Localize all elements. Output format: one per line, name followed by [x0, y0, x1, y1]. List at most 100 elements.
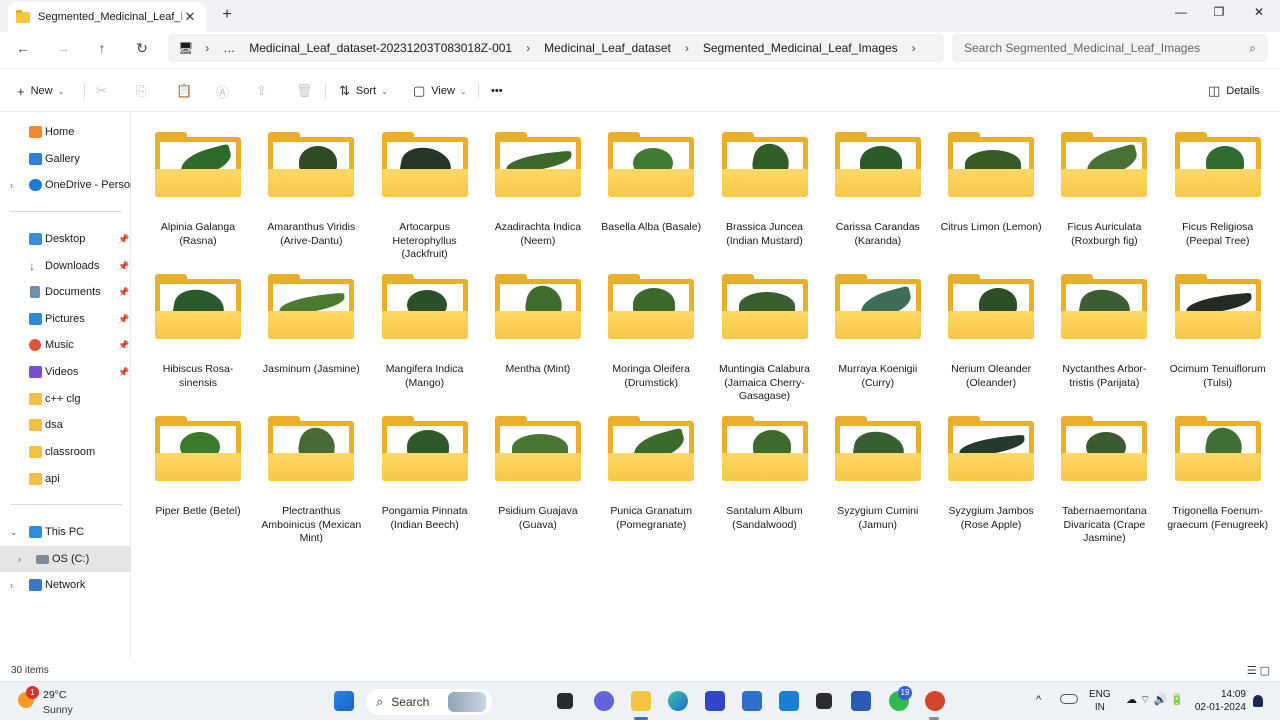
tab-current-folder[interactable]: Segmented_Medicinal_Leaf_Im ✕ — [8, 2, 206, 32]
folder-item[interactable]: Alpinia Galanga (Rasna) — [144, 131, 252, 248]
copy-button[interactable]: ⎘ — [136, 81, 152, 101]
folder-item[interactable]: Tabernaemontana Divaricata (Crape Jasmin… — [1050, 415, 1158, 546]
folder-item[interactable]: Santalum Album (Sandalwood) — [711, 415, 819, 532]
store-icon[interactable] — [742, 691, 762, 711]
chevron-down-icon[interactable]: ⌄ — [10, 527, 18, 538]
refresh-button[interactable]: ↻ — [132, 38, 152, 58]
folder-item[interactable]: Amaranthus Viridis (Arive-Dantu) — [257, 131, 365, 248]
folder-item[interactable]: Nerium Oleander (Oleander) — [937, 273, 1045, 390]
taskbar-search[interactable]: ⌕ Search — [366, 689, 492, 715]
word-icon[interactable] — [851, 691, 871, 711]
folder-item[interactable]: Jasminum (Jasmine) — [257, 273, 365, 377]
notification-bell-icon[interactable] — [1253, 695, 1263, 707]
folder-item[interactable]: Ocimum Tenuiflorum (Tulsi) — [1164, 273, 1272, 390]
chevron-right-icon[interactable]: › — [10, 180, 13, 190]
folder-item[interactable]: Murraya Koenigii (Curry) — [824, 273, 932, 390]
sidebar-item-api[interactable]: api — [0, 467, 131, 491]
folder-item[interactable]: Hibiscus Rosa-sinensis — [144, 273, 252, 390]
sidebar-item-desktop[interactable]: Desktop 📌 — [0, 227, 131, 251]
share-button[interactable]: ⇪ — [256, 81, 273, 101]
more-options-button[interactable]: ••• — [491, 81, 503, 101]
start-windows-icon[interactable] — [334, 691, 354, 711]
sidebar-item-documents[interactable]: Documents 📌 — [0, 280, 131, 304]
network-volume-battery-icons[interactable]: ☁ ⌔ 🔊 🔋 — [1126, 694, 1184, 707]
paste-button[interactable]: 📋 — [176, 81, 198, 101]
address-bar[interactable]: 🖥 › … Medicinal_Leaf_dataset-20231203T08… — [168, 34, 944, 62]
sidebar-item-pictures[interactable]: Pictures 📌 — [0, 307, 131, 331]
file-explorer-icon[interactable] — [631, 691, 651, 711]
folder-item[interactable]: Trigonella Foenum-graecum (Fenugreek) — [1164, 415, 1272, 532]
folder-item[interactable]: Psidium Guajava (Guava) — [484, 415, 592, 532]
language-indicator[interactable]: ENG IN — [1089, 688, 1111, 714]
app-icon[interactable] — [705, 691, 725, 711]
chevron-right-icon[interactable]: › — [18, 554, 21, 564]
delete-button[interactable]: 🗑 — [296, 81, 319, 101]
sidebar-item-dsa[interactable]: dsa — [0, 413, 131, 437]
folder-item[interactable]: Piper Betle (Betel) — [144, 415, 252, 519]
new-tab-button[interactable]: + — [218, 6, 236, 24]
search-input[interactable]: Search Segmented_Medicinal_Leaf_Images ⌕ — [952, 34, 1268, 62]
folder-item[interactable]: Muntingia Calabura (Jamaica Cherry-Gasag… — [711, 273, 819, 404]
breadcrumb-overflow[interactable]: … — [223, 41, 235, 55]
folder-item[interactable]: Basella Alba (Basale) — [597, 131, 705, 235]
sidebar-item-downloads[interactable]: ↓ Downloads 📌 — [0, 254, 131, 278]
up-button[interactable]: ↑ — [92, 38, 112, 58]
cut-button[interactable]: ✂ — [96, 81, 113, 101]
sidebar-item-onedrive[interactable]: › OneDrive - Persona — [0, 173, 131, 197]
folder-item[interactable]: Mentha (Mint) — [484, 273, 592, 377]
task-view-icon[interactable] — [557, 693, 573, 709]
new-button[interactable]: + New ⌄ — [17, 81, 64, 101]
layout-toggle-icons[interactable]: ☰ ▢ — [1247, 664, 1270, 677]
folder-item[interactable]: Ficus Auriculata (Roxburgh fig) — [1050, 131, 1158, 248]
folder-item[interactable]: Brassica Juncea (Indian Mustard) — [711, 131, 819, 248]
teams-chat-icon[interactable] — [594, 691, 614, 711]
onedrive-tray-icon[interactable] — [1060, 694, 1078, 704]
sidebar-item-gallery[interactable]: Gallery — [0, 147, 131, 171]
clock[interactable]: 14:09 02-01-2024 — [1195, 688, 1246, 714]
edge-browser-icon[interactable] — [668, 691, 688, 711]
sidebar-item-this-pc[interactable]: ⌄ This PC — [0, 520, 131, 544]
sidebar-item-network[interactable]: › Network — [0, 573, 131, 597]
folder-item[interactable]: Plectranthus Amboinicus (Mexican Mint) — [257, 415, 365, 546]
folder-item[interactable]: Syzygium Cumini (Jamun) — [824, 415, 932, 532]
app-icon[interactable] — [816, 693, 832, 709]
breadcrumb-separator[interactable]: › — [685, 41, 689, 55]
tab-close-button[interactable]: ✕ — [182, 9, 198, 25]
forward-button[interactable]: → — [53, 38, 73, 58]
breadcrumb-item[interactable]: Medicinal_Leaf_dataset — [544, 41, 671, 55]
folder-item[interactable]: Citrus Limon (Lemon) — [937, 131, 1045, 235]
folder-item[interactable]: Syzygium Jambos (Rose Apple) — [937, 415, 1045, 532]
sidebar-item-music[interactable]: Music 📌 — [0, 333, 131, 357]
breadcrumb-separator[interactable]: › — [205, 41, 209, 55]
sidebar-item-cpp-clg[interactable]: c++ clg — [0, 387, 131, 411]
folder-item[interactable]: Azadirachta Indica (Neem) — [484, 131, 592, 248]
view-button[interactable]: ▢ View ⌄ — [413, 81, 467, 101]
details-button[interactable]: ◫ Details — [1208, 81, 1260, 101]
folder-item[interactable]: Artocarpus Heterophyllus (Jackfruit) — [371, 131, 479, 262]
minimize-button[interactable]: — — [1162, 0, 1200, 26]
breadcrumb-separator[interactable]: › — [912, 41, 916, 55]
folder-item[interactable]: Nyctanthes Arbor-tristis (Parijata) — [1050, 273, 1158, 390]
maximize-button[interactable]: ❐ — [1200, 0, 1238, 26]
back-button[interactable]: ← — [13, 38, 33, 58]
folder-item[interactable]: Pongamia Pinnata (Indian Beech) — [371, 415, 479, 532]
breadcrumb-item[interactable]: Medicinal_Leaf_dataset-20231203T083018Z-… — [249, 41, 512, 55]
chevron-right-icon[interactable]: › — [10, 580, 13, 590]
app-icon[interactable] — [779, 691, 799, 711]
sidebar-item-home[interactable]: Home — [0, 120, 131, 144]
breadcrumb-separator[interactable]: › — [526, 41, 530, 55]
close-window-button[interactable]: ✕ — [1240, 0, 1278, 26]
powerpoint-icon[interactable] — [925, 691, 945, 711]
folder-item[interactable]: Mangifera Indica (Mango) — [371, 273, 479, 390]
sidebar-item-videos[interactable]: Videos 📌 — [0, 360, 131, 384]
sidebar-item-classroom[interactable]: classroom — [0, 440, 131, 464]
rename-button[interactable]: Ⓐ — [216, 81, 235, 101]
sort-button[interactable]: ⇅ Sort ⌄ — [339, 81, 388, 101]
folder-item[interactable]: Carissa Carandas (Karanda) — [824, 131, 932, 248]
tray-overflow-chevron-icon[interactable]: ^ — [1036, 694, 1041, 707]
folder-item[interactable]: Ficus Religiosa (Peepal Tree) — [1164, 131, 1272, 248]
breadcrumb-item[interactable]: Segmented_Medicinal_Leaf_Images — [703, 41, 898, 55]
folder-item[interactable]: Moringa Oleifera (Drumstick) — [597, 273, 705, 390]
sidebar-item-os-drive[interactable]: › OS (C:) — [0, 546, 131, 572]
folder-item[interactable]: Punica Granatum (Pomegranate) — [597, 415, 705, 532]
